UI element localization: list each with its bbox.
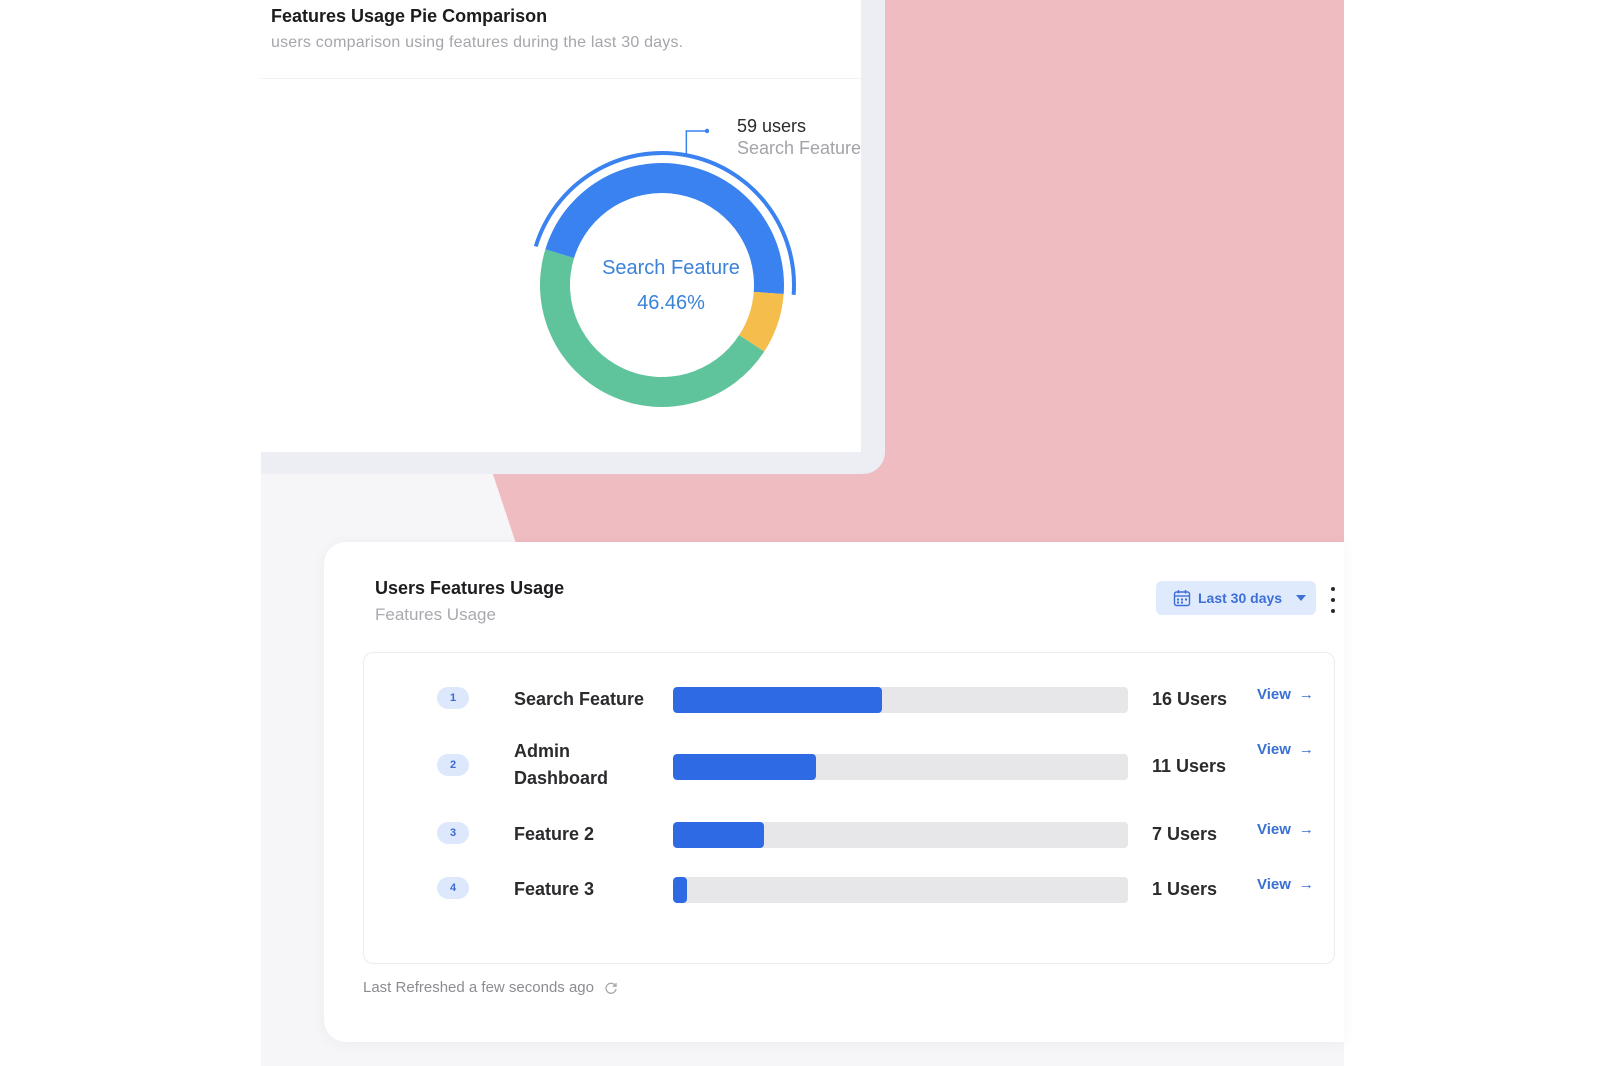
arrow-right-icon: → — [1298, 821, 1314, 838]
table-row: 3 Feature 2 7 Users View → — [364, 805, 1334, 861]
view-link[interactable]: View → — [1257, 821, 1314, 838]
pie-comparison-card: Features Usage Pie Comparison users comp… — [261, 0, 861, 452]
last-refreshed: Last Refreshed a few seconds ago — [363, 979, 618, 996]
last-refreshed-text: Last Refreshed a few seconds ago — [363, 979, 594, 996]
date-range-label: Last 30 days — [1198, 590, 1283, 606]
table-row: 2 Admin Dashboard 11 Users View → — [364, 737, 1334, 793]
usage-bar-track — [673, 687, 1128, 713]
rank-badge: 3 — [437, 822, 469, 844]
usage-bar-fill — [673, 877, 687, 903]
calendar-icon — [1173, 590, 1191, 607]
arrow-right-icon: → — [1298, 741, 1314, 758]
arrow-right-icon: → — [1298, 686, 1314, 703]
caret-down-icon — [1296, 595, 1307, 601]
kebab-menu-icon[interactable] — [1328, 587, 1338, 613]
user-count: 11 Users — [1152, 756, 1227, 776]
view-label: View — [1257, 876, 1291, 893]
donut-center-name: Search Feature — [602, 257, 740, 279]
feature-name: Search Feature — [514, 689, 645, 709]
feature-usage-list: 1 Search Feature 16 Users View → 2 Admin… — [363, 652, 1335, 964]
rank-badge: 2 — [437, 754, 469, 776]
date-range-dropdown[interactable]: Last 30 days — [1156, 581, 1316, 615]
view-link[interactable]: View → — [1257, 741, 1314, 758]
usage-bar-fill — [673, 754, 817, 780]
rank-badge: 4 — [437, 877, 469, 899]
callout-label: Search Feature — [737, 138, 862, 158]
usage-bar-track — [673, 877, 1128, 903]
usage-bar-fill — [673, 822, 764, 848]
view-label: View — [1257, 741, 1291, 758]
usage-bar-fill — [673, 687, 883, 713]
callout-dot — [704, 128, 710, 134]
callout-value: 59 users — [737, 116, 807, 136]
donut-chart — [533, 128, 796, 407]
usage-card-title: Users Features Usage — [375, 578, 565, 598]
user-count: 16 Users — [1152, 689, 1228, 709]
user-count: 1 Users — [1152, 879, 1218, 899]
feature-name: Feature 2 — [514, 824, 595, 844]
users-features-usage-card: Users Features Usage Features Usage Last… — [324, 542, 1344, 1042]
rank-badge: 1 — [437, 687, 469, 709]
feature-name: Admin Dashboard — [514, 741, 609, 788]
table-row: 1 Search Feature 16 Users View → — [364, 670, 1334, 726]
view-link[interactable]: View → — [1257, 876, 1314, 893]
view-label: View — [1257, 821, 1291, 838]
view-label: View — [1257, 686, 1291, 703]
donut-center-percent: 46.46% — [637, 292, 705, 314]
table-row: 4 Feature 3 1 Users View → — [364, 860, 1334, 916]
usage-bar-track — [673, 822, 1128, 848]
usage-card-subtitle: Features Usage — [375, 605, 496, 624]
arrow-right-icon: → — [1298, 876, 1314, 893]
user-count: 7 Users — [1152, 824, 1218, 844]
refresh-icon[interactable] — [604, 981, 618, 995]
callout-leader-line — [685, 130, 707, 156]
feature-name: Feature 3 — [514, 879, 595, 899]
view-link[interactable]: View → — [1257, 686, 1314, 703]
usage-bar-track — [673, 754, 1128, 780]
